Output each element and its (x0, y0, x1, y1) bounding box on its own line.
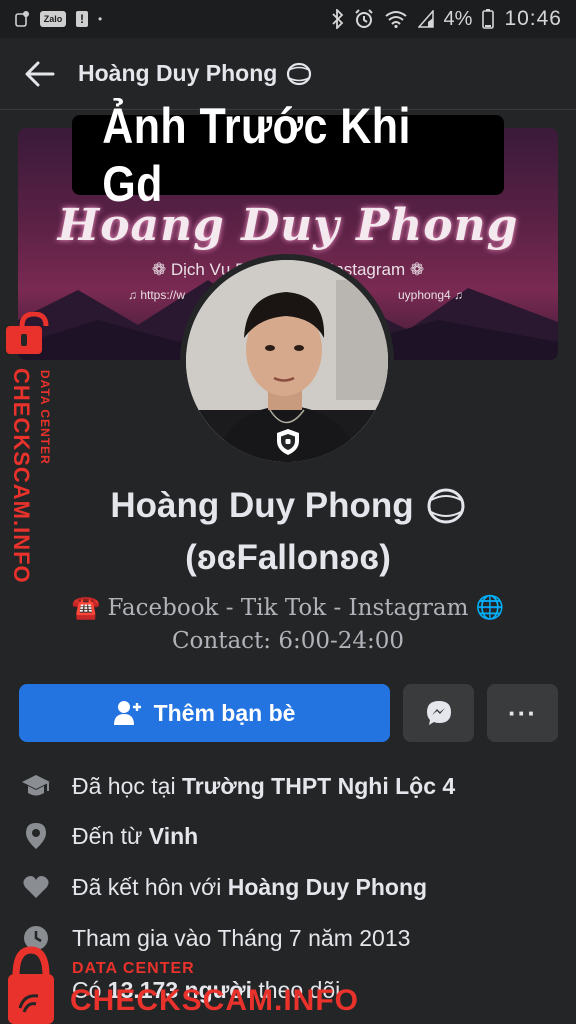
clock: 10:46 (504, 7, 562, 30)
lock-icon (6, 312, 49, 354)
profile-bio-line-1: ☎️ Facebook - Tik Tok - Instagram 🌐 (71, 595, 505, 621)
battery-icon (482, 9, 495, 29)
more-options-button[interactable]: ··· (487, 684, 558, 742)
add-person-icon (113, 701, 141, 725)
info-joined-text: Tham gia vào Tháng 7 năm 2013 (72, 924, 411, 951)
watermark-bottom-big: CHECKSCAM.INFO (70, 984, 359, 1017)
info-education: Đã học tại Trường THPT Nghi Lộc 4 (20, 770, 560, 802)
more-notifications-icon: • (98, 12, 103, 26)
zalo-icon: Zalo (40, 11, 66, 27)
info-relationship-text: Đã kết hôn với Hoàng Duy Phong (72, 874, 427, 901)
info-relationship-prefix: Đã kết hôn với (72, 873, 228, 900)
bluetooth-icon (331, 9, 344, 29)
notification-icon (14, 10, 30, 28)
info-education-prefix: Đã học tại (72, 772, 182, 799)
cover-link-right: uyphong4 ♫ (398, 288, 464, 302)
page-title: Hoàng Duy Phong (78, 60, 313, 87)
status-bar: Zalo ! • 4% 10:46 (0, 0, 576, 38)
heart-icon (20, 871, 52, 903)
location-pin-icon (20, 820, 52, 852)
profile-bio-line-2: Contact: 6:00-24:00 (171, 628, 405, 654)
signal-icon (417, 10, 434, 28)
ring-icon (427, 488, 465, 524)
profile-name-text: Hoàng Duy Phong (110, 486, 414, 525)
alarm-icon (354, 9, 374, 29)
info-hometown-value[interactable]: Vinh (149, 823, 198, 849)
info-hometown-prefix: Đến từ (72, 822, 149, 849)
info-hometown: Đến từ Vinh (20, 820, 560, 852)
alert-icon: ! (76, 11, 88, 27)
overlay-banner: Ảnh Trước Khi Gd (72, 98, 504, 212)
wifi-icon (384, 10, 408, 28)
profile-name: Hoàng Duy Phong (0, 486, 576, 526)
watermark-vertical-small: DATA CENTER (38, 370, 52, 465)
info-joined: Tham gia vào Tháng 7 năm 2013 (20, 922, 560, 954)
battery-percent: 4% (443, 7, 473, 30)
info-education-value[interactable]: Trường THPT Nghi Lộc 4 (182, 773, 455, 799)
cover-link-left: ♫ https://w (128, 288, 186, 302)
more-dots-icon: ··· (508, 697, 537, 728)
graduation-cap-icon (20, 770, 52, 802)
watermark-bottom-small: DATA CENTER (72, 960, 195, 977)
watermark-lock-icon (8, 946, 54, 1024)
info-relationship: Đã kết hôn với Hoàng Duy Phong (20, 871, 560, 903)
info-education-text: Đã học tại Trường THPT Nghi Lộc 4 (72, 773, 455, 800)
add-friend-label: Thêm bạn bè (153, 699, 296, 726)
profile-guard-shield-icon (277, 429, 299, 455)
profile-alternate-name: (ʚɞFallonʚɞ) (185, 538, 391, 577)
info-hometown-text: Đến từ Vinh (72, 823, 198, 850)
ring-icon (287, 62, 312, 85)
arrow-left-icon (25, 61, 55, 86)
info-relationship-value[interactable]: Hoàng Duy Phong (228, 874, 427, 900)
add-friend-button[interactable]: Thêm bạn bè (19, 684, 390, 742)
overlay-banner-text: Ảnh Trước Khi Gd (102, 98, 411, 212)
back-button[interactable] (20, 54, 60, 94)
page-title-text: Hoàng Duy Phong (78, 60, 278, 86)
messenger-button[interactable] (403, 684, 474, 742)
messenger-icon (426, 701, 451, 725)
